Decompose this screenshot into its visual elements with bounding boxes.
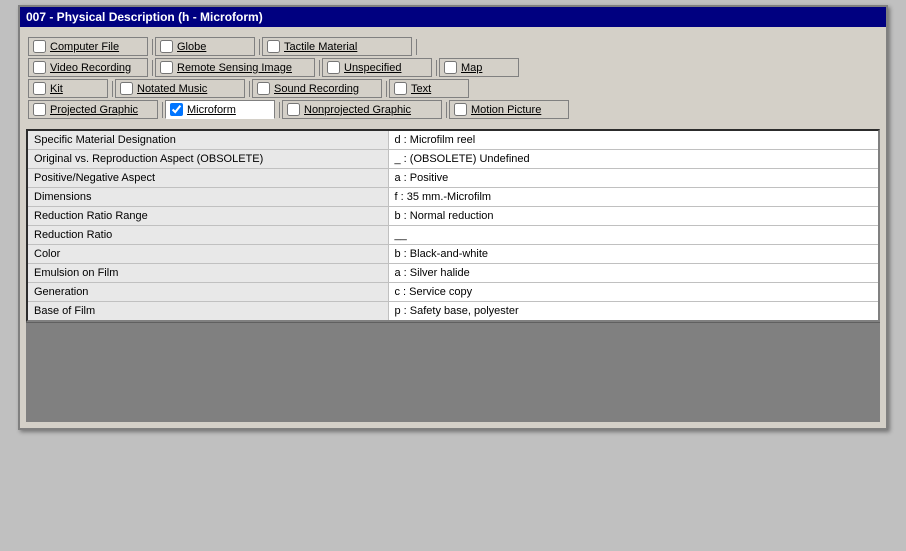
tab-kit[interactable]: Kit xyxy=(28,79,108,98)
tab-label-nonprojected-graphic: Nonprojected Graphic xyxy=(304,104,411,116)
tab-label-motion-picture: Motion Picture xyxy=(471,104,541,116)
checkbox-kit[interactable] xyxy=(33,82,46,95)
tab-video-recording[interactable]: Video Recording xyxy=(28,58,148,77)
tab-label-notated-music: Notated Music xyxy=(137,83,207,95)
field-value: a : Silver halide xyxy=(388,264,878,283)
checkbox-projected-graphic[interactable] xyxy=(33,103,46,116)
field-label: Base of Film xyxy=(28,302,388,321)
tab-map[interactable]: Map xyxy=(439,58,519,77)
tab-label-map: Map xyxy=(461,62,482,74)
checkbox-tactile-material[interactable] xyxy=(267,40,280,53)
tab-notated-music[interactable]: Notated Music xyxy=(115,79,245,98)
tab-label-microform: Microform xyxy=(187,104,236,116)
table-row: Colorb : Black-and-white xyxy=(28,245,878,264)
checkbox-map[interactable] xyxy=(444,61,457,74)
checkbox-text[interactable] xyxy=(394,82,407,95)
field-value: f : 35 mm.-Microfilm xyxy=(388,188,878,207)
tab-row-3: Kit Notated Music Sound Recording Text xyxy=(28,79,878,98)
tab-row-4: Projected Graphic Microform Nonprojected… xyxy=(28,100,878,119)
tab-tactile-material[interactable]: Tactile Material xyxy=(262,37,412,56)
tab-label-globe: Globe xyxy=(177,41,206,53)
checkbox-motion-picture[interactable] xyxy=(454,103,467,116)
tab-computer-file[interactable]: Computer File xyxy=(28,37,148,56)
tab-remote-sensing-image[interactable]: Remote Sensing Image xyxy=(155,58,315,77)
tab-label-kit: Kit xyxy=(50,83,63,95)
divider xyxy=(279,102,280,118)
checkbox-unspecified[interactable] xyxy=(327,61,340,74)
data-table: Specific Material Designationd : Microfi… xyxy=(28,131,878,320)
tab-label-remote-sensing-image: Remote Sensing Image xyxy=(177,62,292,74)
checkbox-microform[interactable] xyxy=(170,103,183,116)
field-label: Positive/Negative Aspect xyxy=(28,169,388,188)
checkbox-remote-sensing-image[interactable] xyxy=(160,61,173,74)
tabs-area: Computer File Globe Tactile Material xyxy=(26,33,880,125)
table-row: Dimensionsf : 35 mm.-Microfilm xyxy=(28,188,878,207)
field-value: p : Safety base, polyester xyxy=(388,302,878,321)
divider xyxy=(152,39,153,55)
table-row: Reduction Ratio Rangeb : Normal reductio… xyxy=(28,207,878,226)
field-value: b : Normal reduction xyxy=(388,207,878,226)
table-row: Base of Filmp : Safety base, polyester xyxy=(28,302,878,321)
tab-label-unspecified: Unspecified xyxy=(344,62,401,74)
divider xyxy=(162,102,163,118)
table-row: Generationc : Service copy xyxy=(28,283,878,302)
window-content: Computer File Globe Tactile Material xyxy=(20,27,886,428)
table-row: Emulsion on Filma : Silver halide xyxy=(28,264,878,283)
field-value: c : Service copy xyxy=(388,283,878,302)
tab-globe[interactable]: Globe xyxy=(155,37,255,56)
field-value: _ : (OBSOLETE) Undefined xyxy=(388,150,878,169)
field-value: a : Positive xyxy=(388,169,878,188)
divider xyxy=(416,39,417,55)
checkbox-nonprojected-graphic[interactable] xyxy=(287,103,300,116)
field-label: Generation xyxy=(28,283,388,302)
tab-row-1: Computer File Globe Tactile Material xyxy=(28,37,878,56)
table-row: Reduction Ratio__ xyxy=(28,226,878,245)
tab-projected-graphic[interactable]: Projected Graphic xyxy=(28,100,158,119)
checkbox-globe[interactable] xyxy=(160,40,173,53)
checkbox-sound-recording[interactable] xyxy=(257,82,270,95)
tab-label-tactile-material: Tactile Material xyxy=(284,41,357,53)
tab-row-2: Video Recording Remote Sensing Image Uns… xyxy=(28,58,878,77)
divider xyxy=(446,102,447,118)
field-label: Reduction Ratio xyxy=(28,226,388,245)
table-row: Positive/Negative Aspecta : Positive xyxy=(28,169,878,188)
field-value: b : Black-and-white xyxy=(388,245,878,264)
field-value: __ xyxy=(388,226,878,245)
tab-sound-recording[interactable]: Sound Recording xyxy=(252,79,382,98)
tab-nonprojected-graphic[interactable]: Nonprojected Graphic xyxy=(282,100,442,119)
checkbox-video-recording[interactable] xyxy=(33,61,46,74)
checkbox-computer-file[interactable] xyxy=(33,40,46,53)
field-label: Color xyxy=(28,245,388,264)
data-table-container: Specific Material Designationd : Microfi… xyxy=(26,129,880,322)
divider xyxy=(112,81,113,97)
divider xyxy=(319,60,320,76)
tab-motion-picture[interactable]: Motion Picture xyxy=(449,100,569,119)
table-row: Original vs. Reproduction Aspect (OBSOLE… xyxy=(28,150,878,169)
tab-label-computer-file: Computer File xyxy=(50,41,119,53)
title-bar: 007 - Physical Description (h - Microfor… xyxy=(20,7,886,27)
tab-label-video-recording: Video Recording xyxy=(50,62,131,74)
tab-label-projected-graphic: Projected Graphic xyxy=(50,104,138,116)
tab-label-sound-recording: Sound Recording xyxy=(274,83,359,95)
field-label: Original vs. Reproduction Aspect (OBSOLE… xyxy=(28,150,388,169)
tab-text[interactable]: Text xyxy=(389,79,469,98)
tab-unspecified[interactable]: Unspecified xyxy=(322,58,432,77)
field-label: Dimensions xyxy=(28,188,388,207)
divider xyxy=(436,60,437,76)
field-label: Emulsion on Film xyxy=(28,264,388,283)
main-window: 007 - Physical Description (h - Microfor… xyxy=(18,5,888,430)
field-label: Reduction Ratio Range xyxy=(28,207,388,226)
divider xyxy=(259,39,260,55)
tab-label-text: Text xyxy=(411,83,431,95)
checkbox-notated-music[interactable] xyxy=(120,82,133,95)
empty-area xyxy=(26,322,880,422)
divider xyxy=(152,60,153,76)
divider xyxy=(249,81,250,97)
divider xyxy=(386,81,387,97)
table-row: Specific Material Designationd : Microfi… xyxy=(28,131,878,150)
tab-microform[interactable]: Microform xyxy=(165,100,275,119)
field-value: d : Microfilm reel xyxy=(388,131,878,150)
window-title: 007 - Physical Description (h - Microfor… xyxy=(26,10,263,24)
field-label: Specific Material Designation xyxy=(28,131,388,150)
